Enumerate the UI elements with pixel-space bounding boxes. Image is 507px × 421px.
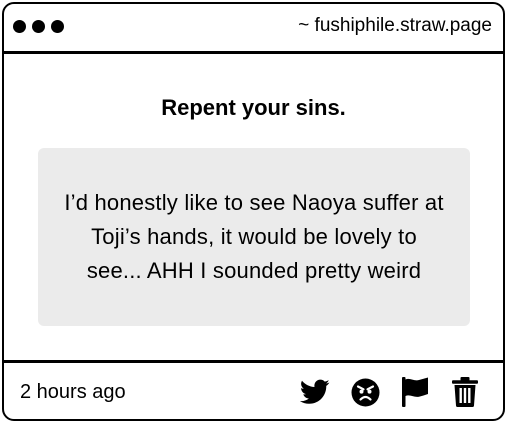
message-box: I’d honestly like to see Naoya suffer at… — [38, 148, 470, 326]
window-dot — [32, 20, 45, 33]
delete-button[interactable] — [449, 376, 481, 408]
message-card: ~ fushiphile.straw.page Repent your sins… — [2, 2, 505, 421]
message-text: I’d honestly like to see Naoya suffer at… — [64, 190, 444, 283]
window-dot — [51, 20, 64, 33]
card-footer: 2 hours ago — [4, 360, 503, 419]
trash-icon — [452, 377, 478, 407]
page-title: Repent your sins. — [161, 95, 346, 120]
timestamp: 2 hours ago — [20, 381, 126, 403]
window-dots — [13, 20, 64, 33]
page-url[interactable]: ~ fushiphile.straw.page — [298, 14, 492, 38]
window-title-bar: ~ fushiphile.straw.page — [4, 4, 503, 54]
twitter-share-button[interactable] — [299, 376, 331, 408]
flag-icon — [402, 377, 428, 407]
card-body: Repent your sins. I’d honestly like to s… — [4, 54, 503, 360]
window-dot — [13, 20, 26, 33]
twitter-icon — [300, 379, 330, 404]
action-bar — [299, 376, 481, 408]
angry-react-button[interactable] — [349, 376, 381, 408]
angry-face-icon — [351, 378, 379, 406]
report-button[interactable] — [399, 376, 431, 408]
